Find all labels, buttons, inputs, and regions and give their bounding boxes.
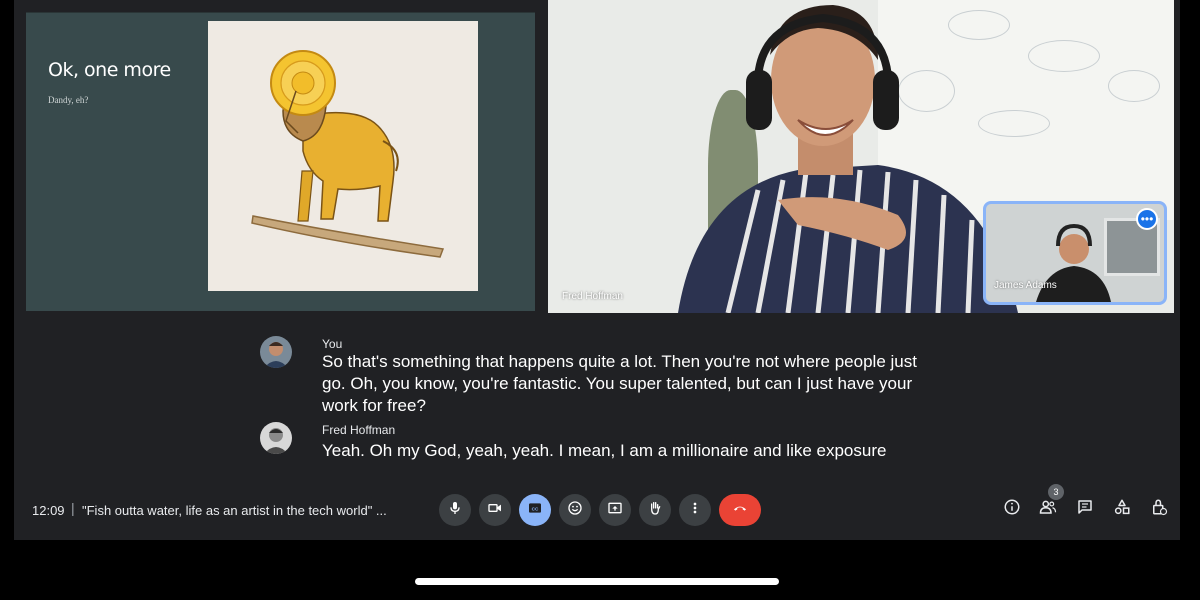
more-options-button[interactable] <box>679 494 711 526</box>
camera-button[interactable] <box>479 494 511 526</box>
mic-icon <box>447 500 463 521</box>
avatar <box>260 422 292 454</box>
caption-speaker-name: Fred Hoffman <box>322 423 396 437</box>
activities-button[interactable] <box>1110 497 1134 521</box>
meeting-info-button[interactable] <box>1000 497 1024 521</box>
meet-window: Ok, one more Dandy, eh? Fred Hoffman •••… <box>14 0 1180 540</box>
divider: | <box>71 500 75 516</box>
caption-speaker-name: You <box>322 337 343 351</box>
captions-icon: CC <box>527 500 543 521</box>
present-button[interactable] <box>599 494 631 526</box>
self-view-name-label: James Adams <box>994 280 1057 291</box>
present-icon <box>607 500 623 521</box>
end-call-button[interactable] <box>719 494 761 526</box>
more-vert-icon <box>687 500 703 521</box>
people-button[interactable] <box>1036 497 1060 521</box>
caption-text: Yeah. Oh my God, yeah, yeah. I mean, I a… <box>322 441 887 460</box>
meeting-title: "Fish outta water, life as an artist in … <box>82 503 387 518</box>
chat-icon <box>1076 498 1094 521</box>
caption-text: So that's something that happens quite a… <box>322 352 917 415</box>
microphone-button[interactable] <box>439 494 471 526</box>
emoji-icon <box>567 500 583 521</box>
people-icon <box>1039 498 1057 521</box>
host-controls-button[interactable] <box>1147 497 1171 521</box>
captions-button[interactable]: CC <box>519 494 551 526</box>
chat-button[interactable] <box>1073 497 1097 521</box>
lion-drawing <box>251 50 445 258</box>
slide-title: Ok, one more <box>48 59 171 81</box>
end-call-icon <box>732 500 748 521</box>
raise-hand-icon <box>647 500 663 521</box>
emoji-button[interactable] <box>559 494 591 526</box>
raise-hand-button[interactable] <box>639 494 671 526</box>
slide-subtitle: Dandy, eh? <box>48 95 89 105</box>
more-options-icon[interactable]: ••• <box>1136 208 1158 230</box>
meeting-time: 12:09 <box>32 503 65 518</box>
avatar <box>260 336 292 368</box>
lion-illustration <box>208 21 478 291</box>
activities-icon <box>1113 498 1131 521</box>
home-indicator[interactable] <box>415 578 779 585</box>
info-icon <box>1003 498 1021 521</box>
self-view-tile[interactable]: ••• James Adams <box>983 201 1167 305</box>
host-controls-icon <box>1150 498 1168 521</box>
svg-text:CC: CC <box>532 506 539 511</box>
presentation-slide: Ok, one more Dandy, eh? <box>26 12 535 311</box>
camera-icon <box>487 500 503 521</box>
speaker-name-label: Fred Hoffman <box>562 291 623 302</box>
